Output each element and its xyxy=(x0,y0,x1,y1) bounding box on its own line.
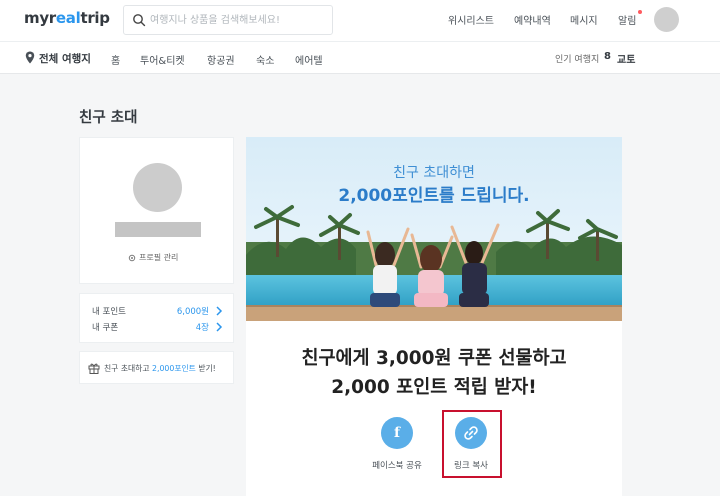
search-box[interactable] xyxy=(123,5,333,35)
subnav-home[interactable]: 홈 xyxy=(111,52,120,67)
user-avatar[interactable] xyxy=(654,7,679,32)
gear-icon xyxy=(128,254,136,261)
nav-wishlist[interactable]: 위시리스트 xyxy=(448,12,494,27)
invite-text-before: 친구 초대하고 xyxy=(104,364,152,373)
nav-notifications[interactable]: 알림 xyxy=(618,12,636,27)
my-points-label: 내 포인트 xyxy=(92,307,126,317)
nav-messages[interactable]: 메시지 xyxy=(570,12,598,27)
invite-text-highlight: 2,000포인트 xyxy=(152,364,196,373)
top-header: myrealtrip 위시리스트 예약내역 메시지 알림 xyxy=(0,0,720,42)
profile-avatar xyxy=(133,163,182,212)
subnav-lodging[interactable]: 숙소 xyxy=(256,52,274,67)
logo-text-main: myr xyxy=(24,9,56,27)
facebook-icon: f xyxy=(393,425,401,441)
invite-main-card: 친구 초대하면 2,000포인트를 드립니다. 친구에게 3,000원 쿠폰 선… xyxy=(246,137,622,496)
my-points-row[interactable]: 내 포인트 6,000원 xyxy=(92,305,223,319)
search-icon xyxy=(133,14,146,27)
popular-rank: 8 xyxy=(604,51,611,62)
copy-link-highlight-box xyxy=(442,410,502,478)
nav-reservations[interactable]: 예약내역 xyxy=(514,12,551,27)
banner-subtitle: 2,000포인트를 드립니다. xyxy=(338,186,530,206)
gift-icon xyxy=(88,363,100,374)
notification-dot xyxy=(638,10,642,14)
profile-name-placeholder xyxy=(115,222,201,237)
all-destinations-link[interactable]: 전체 여행지 xyxy=(39,51,91,66)
my-points-value: 6,000원 xyxy=(176,307,209,317)
myrealtrip-logo[interactable]: myrealtrip xyxy=(24,9,110,27)
logo-text-tail: trip xyxy=(80,9,110,27)
invite-banner-image: 친구 초대하면 2,000포인트를 드립니다. xyxy=(246,137,622,321)
search-input[interactable] xyxy=(150,11,328,29)
popular-destination-label: 인기 여행지 xyxy=(555,55,600,65)
subnav-airtel[interactable]: 에어텔 xyxy=(295,52,323,67)
logo-text-accent: eal xyxy=(55,9,81,27)
popular-city-link[interactable]: 교토 xyxy=(617,51,635,66)
headline-line-1: 친구에게 3,000원 쿠폰 선물하고 xyxy=(301,348,567,369)
points-card: 내 포인트 6,000원 내 쿠폰 4장 xyxy=(79,293,234,343)
my-coupons-value: 4장 xyxy=(195,323,209,333)
banner-title: 친구 초대하면 xyxy=(393,165,475,181)
facebook-share-button[interactable]: f xyxy=(381,417,413,449)
subnav-flights[interactable]: 항공권 xyxy=(207,52,235,67)
my-coupons-row[interactable]: 내 쿠폰 4장 xyxy=(92,321,223,335)
chevron-right-icon xyxy=(216,306,223,316)
facebook-share-label: 페이스북 공유 xyxy=(372,461,422,471)
profile-manage-label: 프로필 관리 xyxy=(139,253,179,262)
page-title: 친구 초대 xyxy=(79,110,138,126)
my-coupons-label: 내 쿠폰 xyxy=(92,323,119,333)
chevron-right-icon xyxy=(216,322,223,332)
headline-line-2: 2,000 포인트 적립 받자! xyxy=(331,377,537,398)
invite-text-after: 받기! xyxy=(195,364,216,373)
profile-manage-link[interactable]: 프로필 관리 xyxy=(128,252,178,263)
location-pin-icon xyxy=(25,51,35,64)
invite-friends-card[interactable]: 친구 초대하고 2,000포인트 받기! xyxy=(79,351,234,384)
profile-card: 프로필 관리 xyxy=(79,137,234,284)
subnav-tours-tickets[interactable]: 투어&티켓 xyxy=(140,52,185,67)
invite-friends-text: 친구 초대하고 2,000포인트 받기! xyxy=(104,363,216,374)
sub-navigation: 전체 여행지 홈 투어&티켓 항공권 숙소 에어텔 인기 여행지 8 교토 xyxy=(0,42,720,74)
